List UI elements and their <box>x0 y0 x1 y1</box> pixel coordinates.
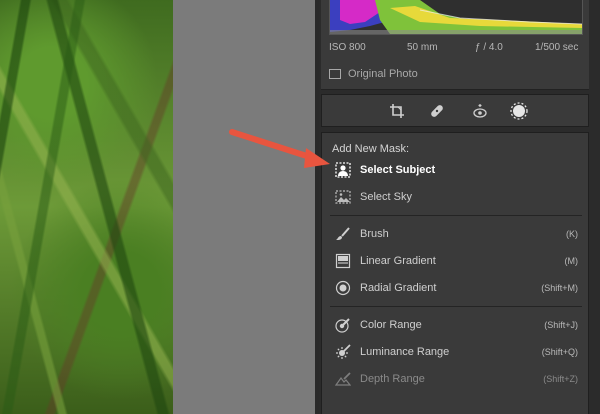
brush-icon <box>334 225 352 243</box>
depth-range-option[interactable]: Depth Range (Shift+Z) <box>334 369 580 389</box>
luminance-range-label: Luminance Range <box>360 346 450 358</box>
masking-icon[interactable] <box>510 102 528 120</box>
mask-panel: Add New Mask: Select Subject Select Sky … <box>321 132 589 414</box>
radial-gradient-option[interactable]: Radial Gradient (Shift+M) <box>334 278 580 298</box>
shutter-speed: 1/500 sec <box>535 42 579 53</box>
color-range-label: Color Range <box>360 319 422 331</box>
radial-gradient-label: Radial Gradient <box>360 282 437 294</box>
brush-label: Brush <box>360 228 389 240</box>
depth-range-shortcut: (Shift+Z) <box>543 374 578 384</box>
color-range-icon <box>334 316 352 334</box>
select-subject-option[interactable]: Select Subject <box>334 160 580 180</box>
iso-value: ISO 800 <box>329 42 366 53</box>
aperture-value: ƒ / 4.0 <box>475 42 503 53</box>
healing-icon[interactable] <box>428 102 446 120</box>
crop-icon[interactable] <box>388 102 406 120</box>
radial-gradient-shortcut: (Shift+M) <box>541 283 578 293</box>
brush-shortcut: (K) <box>566 229 578 239</box>
linear-gradient-option[interactable]: Linear Gradient (M) <box>334 251 580 271</box>
radial-gradient-icon <box>334 279 352 297</box>
canvas-background <box>173 0 315 414</box>
original-photo-label: Original Photo <box>348 68 418 80</box>
histogram <box>329 0 583 35</box>
linear-gradient-icon <box>334 252 352 270</box>
luminance-range-option[interactable]: Luminance Range (Shift+Q) <box>334 342 580 362</box>
focal-length: 50 mm <box>407 42 438 53</box>
divider <box>330 306 582 307</box>
sky-icon <box>334 188 352 206</box>
checkbox[interactable] <box>329 69 341 79</box>
depth-range-icon <box>334 370 352 388</box>
mask-panel-title: Add New Mask: <box>332 143 410 155</box>
divider <box>330 215 582 216</box>
depth-range-label: Depth Range <box>360 373 425 385</box>
tool-strip <box>321 94 589 127</box>
luminance-range-icon <box>334 343 352 361</box>
red-eye-icon[interactable] <box>471 102 489 120</box>
color-range-shortcut: (Shift+J) <box>544 320 578 330</box>
linear-gradient-label: Linear Gradient <box>360 255 436 267</box>
select-sky-label: Select Sky <box>360 191 412 203</box>
subject-icon <box>334 161 352 179</box>
panel-scroll-gutter <box>591 0 600 414</box>
luminance-range-shortcut: (Shift+Q) <box>541 347 578 357</box>
exif-readout: ISO 800 50 mm ƒ / 4.0 1/500 sec <box>329 42 581 56</box>
linear-gradient-shortcut: (M) <box>564 256 579 266</box>
annotation-arrow-icon <box>229 129 330 168</box>
photo-canvas <box>0 0 173 414</box>
color-range-option[interactable]: Color Range (Shift+J) <box>334 315 580 335</box>
brush-option[interactable]: Brush (K) <box>334 224 580 244</box>
histogram-panel: ISO 800 50 mm ƒ / 4.0 1/500 sec Original… <box>321 0 589 90</box>
select-subject-label: Select Subject <box>360 164 436 176</box>
select-sky-option[interactable]: Select Sky <box>334 187 580 207</box>
original-photo-toggle[interactable]: Original Photo <box>329 68 418 80</box>
